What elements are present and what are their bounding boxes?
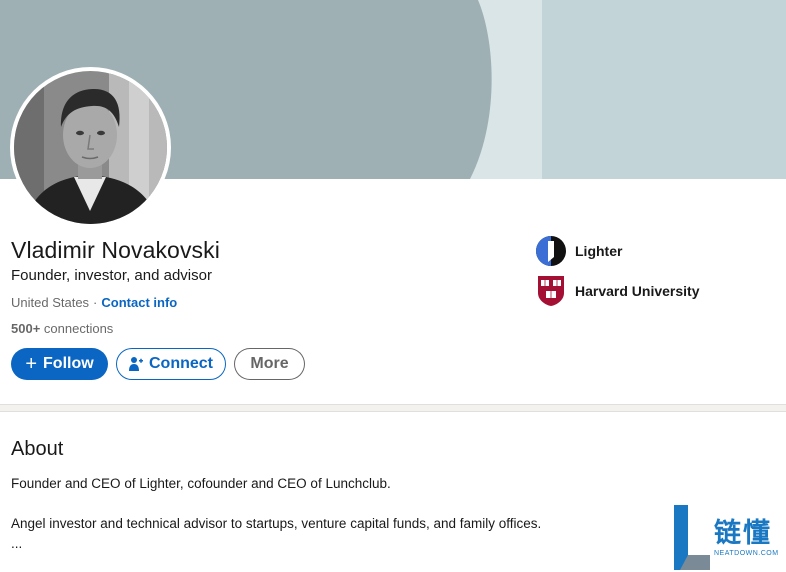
profile-name: Vladimir Novakovski <box>11 237 220 263</box>
profile-photo-frame[interactable] <box>10 67 171 228</box>
more-label: More <box>250 355 289 372</box>
location-text: United States <box>11 295 90 310</box>
follow-button[interactable]: + Follow <box>11 348 108 380</box>
connections-number: 500+ <box>11 321 41 336</box>
follow-label: Follow <box>43 355 94 372</box>
watermark-chars: 链懂 <box>714 518 772 549</box>
connect-label: Connect <box>149 355 213 372</box>
contact-info-link[interactable]: Contact info <box>101 295 177 310</box>
org-lighter[interactable]: Lighter <box>535 235 622 267</box>
avatar <box>14 71 167 224</box>
lighter-logo-icon <box>535 235 567 267</box>
section-divider <box>0 404 786 412</box>
about-see-more-ellipsis[interactable]: ... <box>11 536 22 551</box>
add-person-icon <box>129 356 143 372</box>
about-paragraph-2: Angel investor and technical advisor to … <box>11 516 542 531</box>
connections-label: connections <box>43 321 114 336</box>
separator-dot: · <box>93 295 98 310</box>
watermark-subtext: NEATDOWN.COM <box>714 550 779 557</box>
org-harvard-name: Harvard University <box>575 283 700 299</box>
more-button[interactable]: More <box>234 348 305 380</box>
connections-count: 500+ connections <box>11 321 113 336</box>
watermark-logo: 链懂 NEATDOWN.COM <box>672 503 786 572</box>
location-line: United States · Contact info <box>11 295 177 310</box>
profile-headline: Founder, investor, and advisor <box>11 267 212 284</box>
org-harvard[interactable]: Harvard University <box>535 275 700 307</box>
connect-button[interactable]: Connect <box>116 348 226 380</box>
about-heading: About <box>11 438 64 460</box>
about-paragraph-1: Founder and CEO of Lighter, cofounder an… <box>11 476 391 491</box>
plus-icon: + <box>25 353 38 375</box>
org-lighter-name: Lighter <box>575 243 623 259</box>
harvard-shield-logo-icon <box>535 275 567 307</box>
